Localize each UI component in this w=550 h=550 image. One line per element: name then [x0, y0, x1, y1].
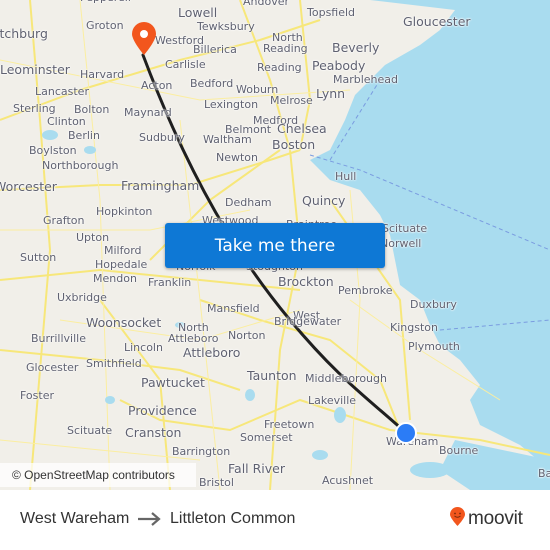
place-label: Bedford: [190, 77, 234, 90]
place-label: Billerica: [193, 43, 237, 56]
place-label: Providence: [128, 403, 197, 418]
place-label: Leominster: [0, 62, 70, 77]
place-label: Andover: [243, 0, 290, 8]
place-label: Peabody: [312, 58, 366, 73]
moovit-wordmark: moovit: [468, 508, 523, 529]
place-label: Foster: [20, 389, 54, 402]
place-label: Bridgewater: [274, 315, 342, 328]
route-footer: West Wareham Littleton Common moovit: [0, 490, 550, 550]
place-label: Worcester: [0, 179, 57, 194]
place-label: itchburg: [0, 26, 48, 41]
place-label: Reading: [263, 42, 308, 55]
place-label: Boston: [272, 137, 316, 152]
place-label: Acushnet: [322, 474, 374, 487]
place-label: Pembroke: [338, 284, 393, 297]
place-label: Northborough: [42, 159, 119, 172]
place-label: Smithfield: [86, 357, 142, 370]
place-label: Sudbury: [139, 131, 185, 144]
place-label: Mendon: [93, 272, 137, 285]
place-label: Harvard: [80, 68, 125, 81]
place-label: Woonsocket: [86, 315, 162, 330]
place-label: Lynn: [316, 86, 346, 101]
place-label: Franklin: [148, 276, 192, 289]
place-label: Uxbridge: [57, 291, 107, 304]
moovit-pin-icon: [449, 507, 466, 531]
place-label: Carlisle: [165, 58, 206, 71]
place-label: Barrington: [172, 445, 231, 458]
place-label: Cranston: [125, 425, 182, 440]
place-label: Attleboro: [183, 345, 241, 360]
place-label: Hopkinton: [96, 205, 153, 218]
place-label: Groton: [86, 19, 124, 32]
place-label: Freetown: [264, 418, 315, 431]
place-label: Berlin: [68, 129, 100, 142]
place-label: Chelsea: [277, 121, 327, 136]
place-label: Ba: [538, 467, 550, 480]
place-label: Mansfield: [207, 302, 260, 315]
place-label: Taunton: [247, 368, 297, 383]
map-view[interactable]: Groton Lowell Tewksbury Andover Topsfield Glo…: [0, 0, 550, 490]
place-label: Grafton: [43, 214, 85, 227]
place-label: Clinton: [47, 115, 86, 128]
place-label: Bourne: [439, 444, 479, 457]
origin-label: West Wareham: [20, 510, 130, 527]
take-me-there-button[interactable]: Take me there: [165, 223, 385, 268]
place-label: Dedham: [225, 196, 272, 209]
place-label: Milford: [104, 244, 142, 257]
place-label: Framingham: [121, 178, 200, 193]
place-label: Acton: [141, 79, 173, 92]
place-label: Brockton: [278, 274, 334, 289]
place-label: Melrose: [270, 94, 313, 107]
map-attribution[interactable]: © OpenStreetMap contributors: [0, 463, 196, 487]
place-label: Hopedale: [95, 258, 148, 271]
place-label: Fall River: [228, 461, 286, 476]
place-label: Duxbury: [410, 298, 457, 311]
place-label: Hull: [335, 170, 357, 183]
place-label: Lancaster: [35, 85, 89, 98]
place-label: Kingston: [390, 321, 438, 334]
place-label: Maynard: [124, 106, 172, 119]
place-label: Sterling: [13, 102, 56, 115]
place-label: Lincoln: [124, 341, 163, 354]
origin-location-icon[interactable]: [395, 422, 417, 444]
place-label: Bolton: [74, 103, 110, 116]
place-label: Lexington: [204, 98, 259, 111]
place-label: Attleboro: [168, 332, 219, 345]
place-label: Topsfield: [307, 6, 356, 19]
place-label: Glocester: [26, 361, 79, 374]
place-label: Beverly: [332, 40, 380, 55]
place-label: Marblehead: [333, 73, 399, 86]
place-label: Burrillville: [31, 332, 86, 345]
place-label: Bristol: [199, 476, 234, 489]
place-label: Norwell: [380, 237, 422, 250]
place-label: Lakeville: [308, 394, 357, 407]
place-label: Waltham: [203, 133, 252, 146]
destination-pin-icon[interactable]: [131, 22, 157, 60]
place-label: Lowell: [178, 5, 218, 20]
destination-label: Littleton Common: [170, 510, 296, 527]
place-label: Sutton: [20, 251, 57, 264]
place-label: Gloucester: [403, 14, 471, 29]
place-label: Scituate: [67, 424, 113, 437]
place-label: Pawtucket: [141, 375, 205, 390]
place-label: Scituate: [382, 222, 428, 235]
place-label: Newton: [216, 151, 259, 164]
place-label: Somerset: [240, 431, 293, 444]
place-label: Norton: [228, 329, 266, 342]
moovit-logo[interactable]: moovit: [449, 507, 523, 531]
place-label: Reading: [257, 61, 302, 74]
place-label: Pepperell: [80, 0, 131, 3]
place-label: Upton: [76, 231, 110, 244]
arrow-right-icon: [137, 511, 163, 531]
place-label: Quincy: [302, 193, 346, 208]
place-label: Middleborough: [305, 372, 387, 385]
place-label: Boylston: [29, 144, 77, 157]
place-label: Tewksbury: [197, 20, 255, 33]
place-label: Plymouth: [408, 340, 460, 353]
